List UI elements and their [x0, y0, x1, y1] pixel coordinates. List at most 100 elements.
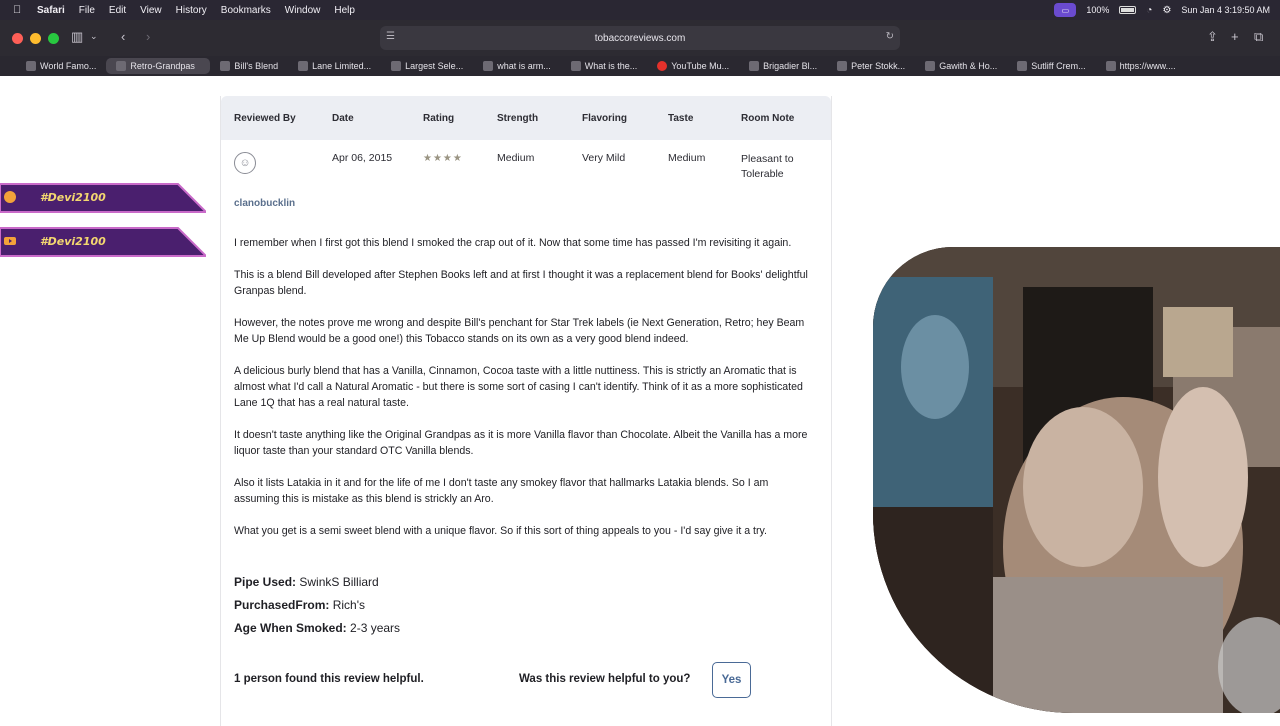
tab-item[interactable]: Lane Limited... [288, 58, 381, 74]
window-controls [12, 32, 59, 44]
menu-view[interactable]: View [140, 5, 162, 16]
review-meta: Pipe Used: SwinkS Billiard PurchasedFrom… [234, 575, 400, 644]
review-paragraph: What you get is a semi sweet blend with … [234, 525, 767, 537]
favicon-icon [1017, 61, 1028, 71]
favicon-icon [925, 61, 936, 71]
review-date: Apr 06, 2015 [332, 152, 393, 164]
tab-overview-icon[interactable]: ⧉ [1254, 29, 1263, 45]
favicon-icon [570, 61, 581, 71]
youtube-favicon-icon [657, 61, 668, 71]
favicon-icon [116, 61, 127, 71]
reload-icon[interactable]: ↻ [886, 31, 894, 42]
header-flavoring: Flavoring [582, 112, 628, 124]
helpful-question: Was this review helpful to you? [519, 673, 691, 685]
tab-item[interactable]: World Famo... [16, 58, 106, 74]
page-menu-icon[interactable]: ☰ [386, 31, 395, 42]
wifi-icon[interactable]: ◔ [1146, 5, 1152, 16]
tab-item[interactable]: Peter Stokk... [827, 58, 915, 74]
header-room-note: Room Note [741, 112, 795, 124]
twitter-icon [4, 191, 16, 203]
header-rating: Rating [423, 112, 455, 124]
review-body: I remember when I first got this blend I… [234, 235, 814, 555]
menu-help[interactable]: Help [334, 5, 355, 16]
review-paragraph: However, the notes prove me wrong and de… [234, 317, 805, 345]
room-note-value: Pleasant to Tolerable [741, 153, 794, 180]
menu-bookmarks[interactable]: Bookmarks [221, 5, 271, 16]
review-paragraph: A delicious burly blend that has a Vanil… [234, 365, 803, 409]
rating-stars: ★★★★ [423, 153, 463, 164]
taste-value: Medium [668, 152, 706, 164]
review-table-header: Reviewed By Date Rating Strength Flavori… [221, 96, 831, 140]
forward-icon[interactable]: › [146, 29, 150, 44]
menubar-status-area: ▭ 100% ◔ ⚙ Sun Jan 4 3:19:50 AM [1054, 0, 1270, 20]
tab-bar: World Famo... Retro-Grandpas Bill's Blen… [0, 56, 1280, 76]
menu-app-safari[interactable]: Safari [37, 5, 65, 16]
tab-item-active[interactable]: Retro-Grandpas [106, 58, 211, 74]
tab-item[interactable]: Bill's Blend [210, 58, 288, 74]
pipe-used: Pipe Used: SwinkS Billiard [234, 575, 379, 589]
battery-icon[interactable] [1119, 6, 1137, 14]
back-icon[interactable]: ‹ [121, 29, 125, 44]
address-bar[interactable]: ☰ tobaccoreviews.com ↻ [380, 26, 900, 50]
flavoring-value: Very Mild [582, 152, 626, 164]
control-center-icon[interactable]: ⚙ [1162, 5, 1171, 16]
menu-history[interactable]: History [176, 5, 207, 16]
favicon-icon [1105, 61, 1116, 71]
apple-icon[interactable]:  [13, 4, 27, 16]
header-taste: Taste [668, 112, 694, 124]
purchased-from: PurchasedFrom: Rich's [234, 598, 365, 612]
battery-percent: 100% [1086, 5, 1110, 15]
avatar[interactable]: ☺ [234, 152, 256, 174]
strength-value: Medium [497, 152, 535, 164]
favicon-icon [391, 61, 402, 71]
minimize-window-icon[interactable] [30, 32, 41, 44]
review-paragraph: I remember when I first got this blend I… [234, 237, 792, 249]
header-date: Date [332, 112, 354, 124]
age-when-smoked: Age When Smoked: 2-3 years [234, 621, 401, 635]
twitter-overlay-banner: #Devi2100 [0, 180, 206, 216]
twitter-handle: #Devi2100 [40, 191, 106, 204]
helpful-count: 1 person found this review helpful. [234, 673, 424, 685]
webcam-feed-image [873, 247, 1280, 713]
tab-item[interactable]: what is arm... [473, 58, 561, 74]
zoom-window-icon[interactable] [48, 32, 59, 44]
favicon-icon [749, 61, 760, 71]
menu-file[interactable]: File [79, 5, 95, 16]
youtube-overlay-banner: #Devi2100 [0, 224, 206, 260]
tab-item[interactable]: https://www.... [1096, 58, 1186, 74]
review-paragraph: This is a blend Bill developed after Ste… [234, 269, 808, 297]
review-paragraph: Also it lists Latakia in it and for the … [234, 477, 769, 505]
menu-edit[interactable]: Edit [109, 5, 126, 16]
tab-item[interactable]: YouTube Mu... [647, 58, 739, 74]
tab-item[interactable]: Gawith & Ho... [915, 58, 1007, 74]
favicon-icon [837, 61, 848, 71]
youtube-handle: #Devi2100 [40, 235, 106, 248]
webcam-overlay [873, 247, 1280, 713]
safari-toolbar: ▥ ⌄ ‹ › ☰ tobaccoreviews.com ↻ ⇪ + ⧉ [0, 20, 1280, 56]
header-reviewed-by: Reviewed By [234, 112, 296, 124]
menu-window[interactable]: Window [285, 5, 321, 16]
header-strength: Strength [497, 112, 539, 124]
favicon-icon [26, 61, 36, 71]
tab-item[interactable]: Largest Sele... [381, 58, 473, 74]
address-url: tobaccoreviews.com [594, 32, 686, 44]
favicon-icon [220, 61, 231, 71]
macos-menubar:  Safari File Edit View History Bookmark… [0, 0, 1280, 20]
screen-recording-icon[interactable]: ▭ [1054, 3, 1077, 17]
favicon-icon [298, 61, 309, 71]
reviewer-link[interactable]: clanobucklin [234, 198, 295, 209]
tab-item[interactable]: Brigadier Bl... [739, 58, 827, 74]
share-icon[interactable]: ⇪ [1207, 29, 1218, 45]
tab-item[interactable]: Sutliff Crem... [1007, 58, 1095, 74]
helpful-yes-button[interactable]: Yes [712, 662, 751, 698]
review-paragraph: It doesn't taste anything like the Origi… [234, 429, 808, 457]
favicon-icon [483, 61, 494, 71]
new-tab-icon[interactable]: + [1231, 29, 1239, 44]
close-window-icon[interactable] [12, 32, 23, 44]
review-card: Reviewed By Date Rating Strength Flavori… [220, 96, 832, 726]
sidebar-toggle-icon[interactable]: ▥ [71, 29, 83, 45]
menubar-clock[interactable]: Sun Jan 4 3:19:50 AM [1181, 5, 1270, 15]
chevron-down-icon[interactable]: ⌄ [90, 31, 98, 42]
youtube-icon [4, 237, 16, 245]
tab-item[interactable]: What is the... [561, 58, 648, 74]
